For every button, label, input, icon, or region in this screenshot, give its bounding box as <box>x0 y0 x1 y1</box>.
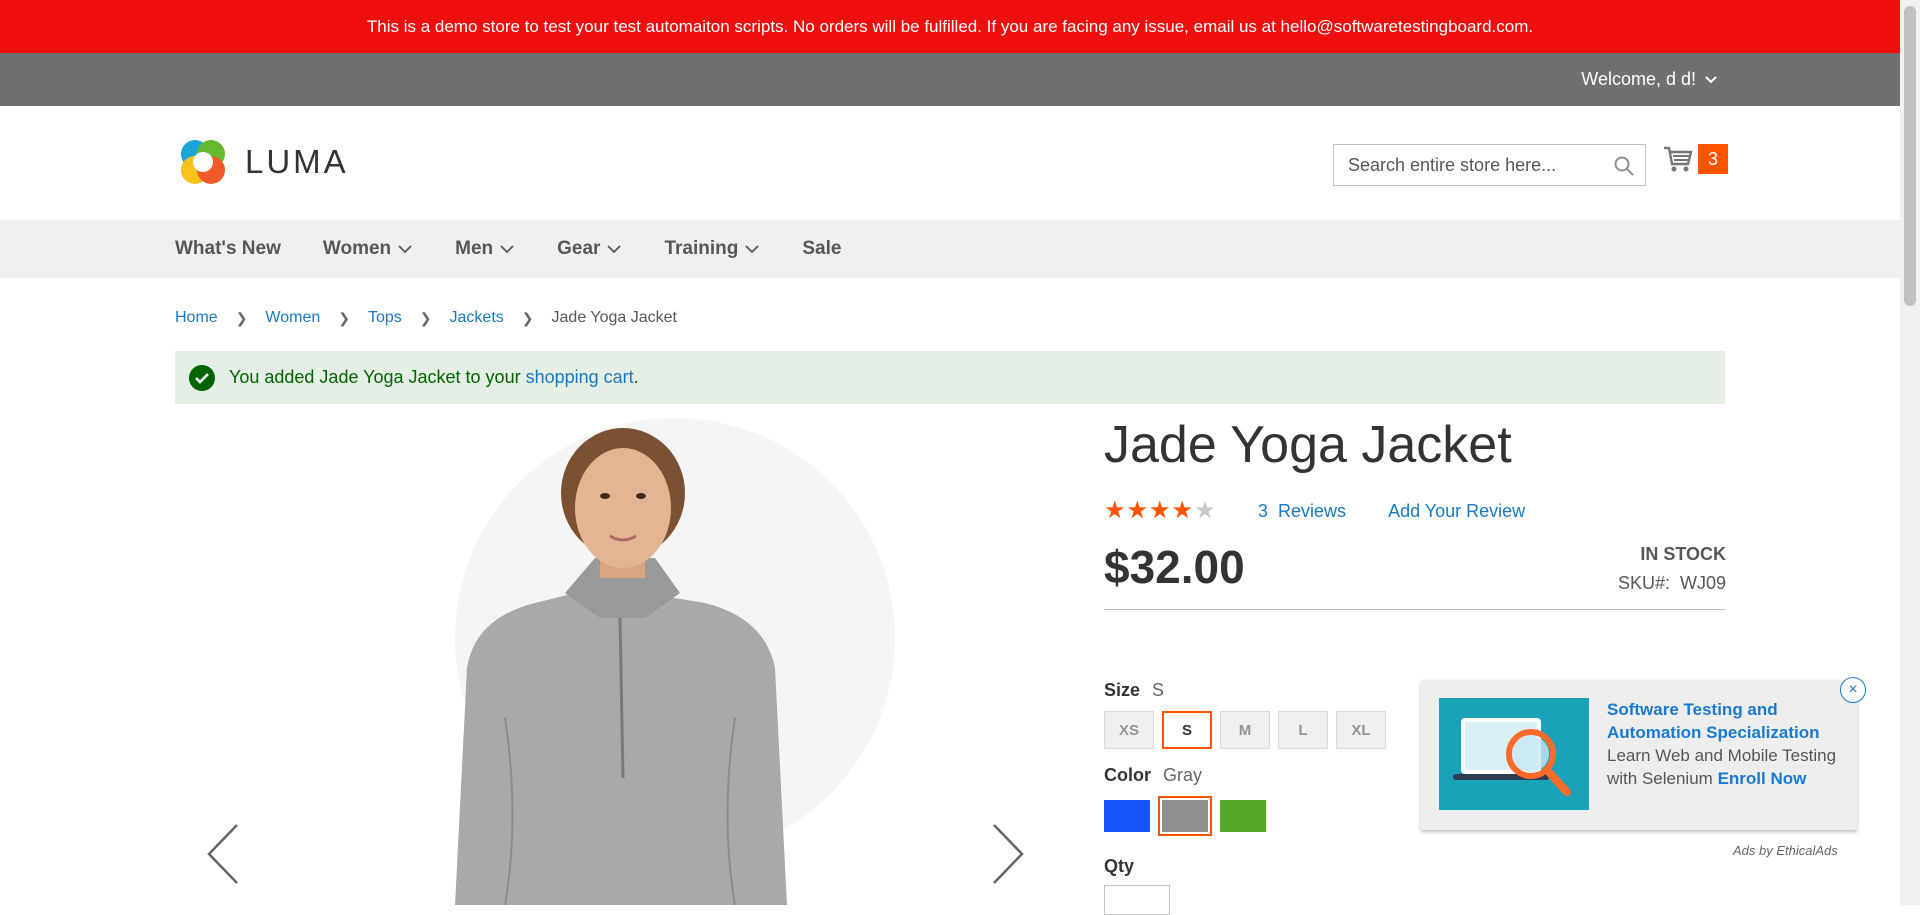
breadcrumb: Home ❯ Women ❯ Tops ❯ Jackets ❯ Jade Yog… <box>175 309 677 327</box>
star-filled-icon: ★★★★★ <box>1104 499 1194 523</box>
sku-label: SKU#: <box>1617 573 1670 593</box>
search-input[interactable] <box>1346 153 1606 177</box>
price-row: $32.00 IN STOCK SKU#: WJ09 <box>1104 538 1726 610</box>
chevron-down-icon <box>398 245 412 254</box>
ad-title[interactable]: Software Testing and Automation Speciali… <box>1607 700 1820 742</box>
chevron-right-icon: ❯ <box>235 309 248 326</box>
reviews-label: Reviews <box>1278 500 1347 521</box>
minicart[interactable]: 3 <box>1662 144 1728 174</box>
stock-status: IN STOCK <box>1640 544 1726 564</box>
welcome-text: Welcome, d d! <box>1581 69 1696 89</box>
color-selected-value: Gray <box>1163 765 1203 785</box>
message-prefix: You added Jade Yoga Jacket to your <box>229 367 526 387</box>
gallery-prev-arrow-icon[interactable] <box>205 823 241 885</box>
ad-cta-link[interactable]: Enroll Now <box>1718 769 1807 788</box>
color-swatch-green[interactable] <box>1220 800 1266 832</box>
qty-input[interactable] <box>1104 885 1170 915</box>
color-swatch-blue[interactable] <box>1104 800 1150 832</box>
nav-item-men[interactable]: Men <box>455 238 515 260</box>
nav-item-gear[interactable]: Gear <box>557 238 622 260</box>
breadcrumb-jackets[interactable]: Jackets <box>450 309 504 327</box>
product-image[interactable] <box>175 418 1080 905</box>
breadcrumb-current: Jade Yoga Jacket <box>551 309 677 326</box>
search-icon[interactable] <box>1613 155 1635 177</box>
color-label-text: Color <box>1104 765 1151 785</box>
demo-banner: This is a demo store to test your test a… <box>0 0 1900 53</box>
nav-item-training[interactable]: Training <box>664 238 760 260</box>
nav-label: Gear <box>557 238 601 259</box>
ad-image[interactable] <box>1439 698 1589 810</box>
rating-row: ★★★★★ ★★★★★ 3 Reviews Add Your Review <box>1104 496 1726 526</box>
chevron-down-icon <box>745 245 759 254</box>
cart-count-badge: 3 <box>1698 144 1728 174</box>
nav-label: Men <box>455 238 494 259</box>
page-scrollbar[interactable] <box>1900 0 1920 905</box>
shopping-cart-link[interactable]: shopping cart <box>526 367 634 387</box>
gallery-next-arrow-icon[interactable] <box>990 823 1026 885</box>
nav-item-women[interactable]: Women <box>323 238 413 260</box>
search-box <box>1333 144 1646 186</box>
top-bar: Welcome, d d! <box>0 53 1900 106</box>
sku-value: WJ09 <box>1679 573 1726 593</box>
size-option-xl[interactable]: XL <box>1336 711 1386 749</box>
product-info: Jade Yoga Jacket ★★★★★ ★★★★★ 3 Reviews A… <box>1104 414 1726 915</box>
rating-stars: ★★★★★ ★★★★★ <box>1104 499 1216 523</box>
breadcrumb-home[interactable]: Home <box>175 309 218 327</box>
color-swatch-gray[interactable] <box>1158 796 1212 836</box>
breadcrumb-tops[interactable]: Tops <box>368 309 402 327</box>
size-option-l[interactable]: L <box>1278 711 1328 749</box>
add-review-link[interactable]: Add Your Review <box>1388 501 1525 522</box>
nav-label: Training <box>664 238 739 259</box>
message-suffix: . <box>633 367 639 387</box>
product-gallery <box>175 418 1080 905</box>
chevron-right-icon: ❯ <box>419 309 432 326</box>
ethical-ad[interactable]: Software Testing and Automation Speciali… <box>1421 677 1866 830</box>
success-message: You added Jade Yoga Jacket to your shopp… <box>175 351 1725 404</box>
size-option-m[interactable]: M <box>1220 711 1270 749</box>
chevron-down-icon <box>500 245 514 254</box>
message-text: You added Jade Yoga Jacket to your shopp… <box>229 367 639 388</box>
scrollbar-thumb[interactable] <box>1904 6 1916 306</box>
breadcrumb-women[interactable]: Women <box>265 309 320 327</box>
cart-icon <box>1664 146 1693 172</box>
chevron-down-icon <box>1705 75 1717 83</box>
product-price: $32.00 <box>1104 541 1245 593</box>
welcome-menu[interactable]: Welcome, d d! <box>1581 53 1718 106</box>
demo-banner-text: This is a demo store to test your test a… <box>366 16 1534 36</box>
size-selected-value: S <box>1152 680 1165 700</box>
qty-label: Qty <box>1104 856 1135 876</box>
reviews-link[interactable]: 3 Reviews <box>1258 501 1346 522</box>
chevron-right-icon: ❯ <box>521 309 534 326</box>
nav-item-whats-new[interactable]: What's New <box>175 238 281 260</box>
ad-close-button[interactable]: × <box>1840 677 1866 703</box>
reviews-count: 3 <box>1258 500 1269 521</box>
nav-item-sale[interactable]: Sale <box>802 238 841 260</box>
nav-label: Women <box>322 238 392 259</box>
size-option-xs[interactable]: XS <box>1104 711 1154 749</box>
product-title: Jade Yoga Jacket <box>1104 416 1512 474</box>
main-nav: What's New Women Men Gear Training Sale <box>0 220 1900 278</box>
ads-by-label[interactable]: Ads by EthicalAds <box>1733 843 1838 858</box>
check-circle-icon <box>189 364 215 391</box>
luma-logo-icon <box>181 140 225 184</box>
logo-text: LUMA <box>245 143 349 180</box>
chevron-right-icon: ❯ <box>338 309 350 326</box>
size-label-text: Size <box>1104 680 1141 700</box>
ad-text: Software Testing and Automation Speciali… <box>1607 698 1843 790</box>
size-option-s[interactable]: S <box>1162 711 1212 749</box>
chevron-down-icon <box>607 245 622 254</box>
header: LUMA 3 <box>0 106 1900 220</box>
nav-label: Sale <box>802 238 842 259</box>
nav-label: What's New <box>175 238 281 259</box>
sku: SKU#: WJ09 <box>1618 573 1726 594</box>
logo[interactable]: LUMA <box>175 134 349 190</box>
